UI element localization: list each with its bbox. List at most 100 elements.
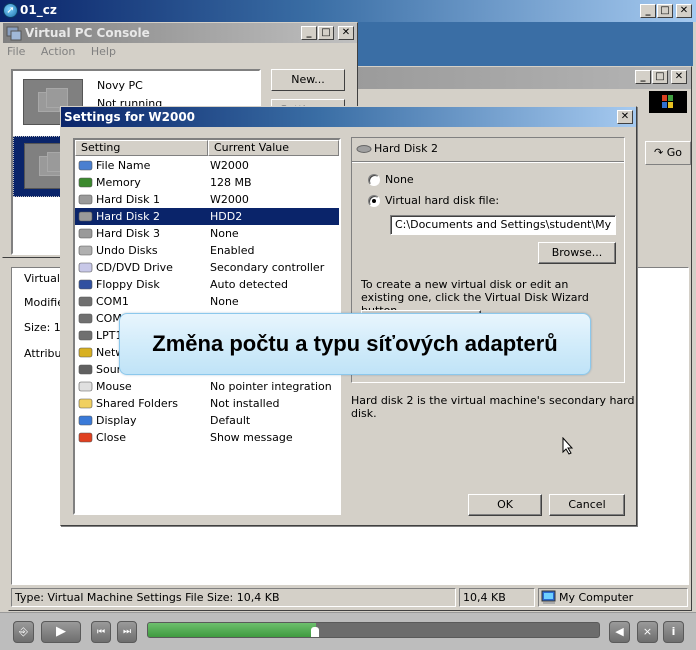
progress-handle[interactable] [310, 627, 319, 637]
radio-none[interactable] [368, 174, 380, 186]
setting-name: Hard Disk 1 [96, 193, 160, 206]
setting-name: Mouse [96, 380, 132, 393]
settings-row[interactable]: Hard Disk 1 W2000 [75, 191, 339, 208]
previous-button[interactable]: ⏮ [91, 621, 111, 643]
close-setting-icon [78, 431, 94, 444]
minimize-button[interactable]: _ [640, 4, 656, 18]
setting-name: Memory [96, 176, 141, 189]
status-location: My Computer [538, 588, 688, 607]
exit-button[interactable]: ⎆ [13, 621, 34, 643]
setting-name: Hard Disk 2 [96, 210, 160, 223]
hard-disk-icon [356, 145, 372, 153]
explorer-close-button[interactable]: ✕ [671, 70, 687, 84]
settings-row[interactable]: Close Show message [75, 429, 339, 446]
console-minimize-button[interactable]: _ [301, 26, 317, 40]
setting-value: None [210, 227, 239, 240]
panel-heading-label: Hard Disk 2 [374, 142, 438, 155]
setting-value: Auto detected [210, 278, 288, 291]
setting-value: HDD2 [210, 210, 243, 223]
go-button[interactable]: ↷ Go [645, 141, 691, 165]
my-computer-icon [541, 590, 556, 604]
console-close-button[interactable]: ✕ [338, 26, 354, 40]
skip-back-icon: ⏮ [96, 627, 106, 637]
info-icon: i [671, 625, 676, 638]
next-button[interactable]: ⏭ [117, 621, 137, 643]
tutorial-caption: Změna počtu a typu síťových adapterů [119, 313, 591, 375]
progress-bar[interactable] [147, 622, 600, 638]
go-arrow-icon: ↷ [654, 146, 664, 159]
settings-row[interactable]: Hard Disk 2 HDD2 [75, 208, 339, 225]
play-icon: ▶ [56, 624, 66, 639]
setting-name: COM1 [96, 295, 129, 308]
close-button[interactable]: ✕ [676, 4, 692, 18]
player-controls: ⎆ ▶ ⏮ ⏭ ◀ × i [0, 612, 696, 650]
hard-disk-icon [78, 193, 94, 206]
play-button[interactable]: ▶ [41, 621, 81, 643]
settings-row[interactable]: CD/DVD Drive Secondary controller [75, 259, 339, 276]
vm-item-w2000[interactable] [13, 136, 84, 197]
exit-icon: ⎆ [19, 625, 28, 638]
settings-row[interactable]: Shared Folders Not installed [75, 395, 339, 412]
settings-close-button[interactable]: ✕ [617, 110, 633, 124]
console-title-bar: Virtual PC Console _ □ ✕ [3, 23, 357, 43]
maximize-button[interactable]: □ [657, 4, 673, 18]
folder-icon [78, 397, 94, 410]
settings-row[interactable]: Undo Disks Enabled [75, 242, 339, 259]
new-vm-button[interactable]: New... [271, 69, 345, 91]
setting-value: Secondary controller [210, 261, 325, 274]
console-menu-bar: File Action Help [7, 45, 128, 63]
setting-value: W2000 [210, 193, 249, 206]
explorer-minimize-button[interactable]: _ [635, 70, 651, 84]
setting-name: Floppy Disk [96, 278, 160, 291]
browse-button[interactable]: Browse... [538, 242, 616, 264]
player-title: 01_cz [20, 3, 57, 17]
panel-heading: Hard Disk 2 [352, 138, 624, 162]
explorer-maximize-button[interactable]: □ [652, 70, 668, 84]
progress-fill [148, 623, 316, 637]
setting-name: File Name [96, 159, 151, 172]
settings-row[interactable]: Hard Disk 3 None [75, 225, 339, 242]
settings-row[interactable]: Mouse No pointer integration [75, 378, 339, 395]
menu-file[interactable]: File [7, 45, 25, 58]
memory-icon [78, 176, 94, 189]
mouse-icon [78, 380, 94, 393]
column-header-setting[interactable]: Setting [75, 140, 208, 156]
status-size: 10,4 KB [459, 588, 535, 607]
setting-name: Display [96, 414, 137, 427]
player-close-button[interactable]: × [637, 621, 658, 643]
description: Hard disk 2 is the virtual machine's sec… [351, 394, 635, 420]
cancel-button[interactable]: Cancel [549, 494, 625, 516]
status-bar: Type: Virtual Machine Settings File Size… [11, 586, 689, 608]
file-name-icon [78, 159, 94, 172]
volume-button[interactable]: ◀ [609, 621, 630, 643]
setting-name: Shared Folders [96, 397, 178, 410]
setting-name: Hard Disk 3 [96, 227, 160, 240]
speaker-icon: ◀ [615, 625, 624, 638]
settings-row[interactable]: Memory 128 MB [75, 174, 339, 191]
disk-file-path-input[interactable]: C:\Documents and Settings\student\My Doc… [390, 215, 616, 235]
settings-row[interactable]: Display Default [75, 412, 339, 429]
go-label: Go [666, 146, 682, 159]
console-maximize-button[interactable]: □ [318, 26, 334, 40]
info-button[interactable]: i [663, 621, 684, 643]
radio-virtual-disk-file[interactable] [368, 195, 380, 207]
virtual-pc-icon [6, 26, 22, 41]
menu-help[interactable]: Help [91, 45, 116, 58]
settings-title-bar: Settings for W2000 ✕ [61, 107, 636, 127]
network-icon [78, 346, 94, 359]
app-icon: ➚ [3, 3, 18, 18]
settings-row[interactable]: COM1 None [75, 293, 339, 310]
player-title-bar: ➚ 01_cz _ □ ✕ [0, 0, 696, 22]
setting-value: Show message [210, 431, 293, 444]
ok-button[interactable]: OK [468, 494, 542, 516]
settings-row[interactable]: Floppy Disk Auto detected [75, 276, 339, 293]
menu-action[interactable]: Action [41, 45, 75, 58]
settings-row[interactable]: File Name W2000 [75, 157, 339, 174]
status-info: Type: Virtual Machine Settings File Size… [11, 588, 456, 607]
setting-value: Default [210, 414, 251, 427]
sound-icon [78, 363, 94, 376]
hard-disk-icon [78, 227, 94, 240]
undo-disks-icon [78, 244, 94, 257]
column-header-value[interactable]: Current Value [208, 140, 339, 156]
com-port-icon [78, 295, 94, 308]
